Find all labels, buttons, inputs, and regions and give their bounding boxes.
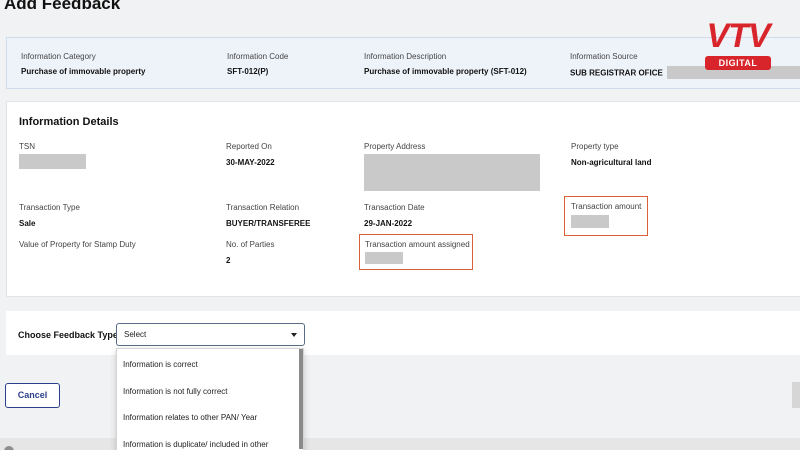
info-description-value: Purchase of immovable property (SFT-012) [364, 67, 527, 76]
chevron-down-icon [291, 333, 297, 337]
tsn-label: TSN [19, 142, 35, 151]
transaction-date-value: 29-JAN-2022 [364, 219, 413, 228]
section-title: Information Details [19, 116, 119, 128]
parties-value: 2 [226, 256, 231, 265]
transaction-relation-value: BUYER/TRANSFEREE [226, 219, 311, 228]
page-title: Add Feedback [4, 0, 121, 13]
property-type-label: Property type [571, 142, 619, 151]
info-category-value: Purchase of immovable property [21, 67, 146, 76]
property-address-redacted-value [364, 154, 540, 191]
transaction-amount-label: Transaction amount [571, 202, 642, 211]
info-category: Information Category Purchase of immovab… [21, 52, 145, 76]
transaction-type-label: Transaction Type [19, 203, 80, 212]
transaction-type-field: Transaction Type Sale [19, 203, 80, 228]
property-address-field: Property Address [364, 142, 540, 191]
amount-assigned-redacted-value [365, 252, 403, 264]
cancel-button[interactable]: Cancel [5, 383, 60, 408]
property-type-field: Property type Non-agricultural land [571, 142, 651, 167]
property-type-value: Non-agricultural land [571, 158, 652, 167]
feedback-type-label: Choose Feedback Type: [18, 330, 121, 340]
transaction-relation-field: Transaction Relation BUYER/TRANSFEREE [226, 203, 310, 228]
transaction-date-field: Transaction Date 29-JAN-2022 [364, 203, 425, 228]
select-value: Select [124, 330, 147, 339]
info-description: Information Description Purchase of immo… [364, 52, 527, 76]
dropdown-option[interactable]: Information is duplicate/ included in ot… [123, 440, 268, 449]
property-address-label: Property Address [364, 142, 426, 151]
dropdown-option[interactable]: Information is not fully correct [123, 387, 227, 396]
reported-on-field: Reported On 30-MAY-2022 [226, 142, 275, 167]
transaction-amount-highlight: Transaction amount [564, 196, 648, 236]
info-code: Information Code SFT-012(P) [227, 52, 288, 76]
information-details-card: Information Details TSN Reported On 30-M… [6, 101, 800, 297]
feedback-type-dropdown: Information is correct Information is no… [116, 348, 304, 450]
dropdown-scrollbar[interactable] [299, 349, 303, 449]
transaction-relation-label: Transaction Relation [226, 203, 300, 212]
logo-wordmark: VTV [706, 17, 770, 55]
amount-assigned-label: Transaction amount assigned [365, 240, 470, 249]
transaction-amount-redacted-value [571, 215, 609, 228]
tsn-field: TSN [19, 142, 86, 169]
reported-on-value: 30-MAY-2022 [226, 158, 275, 167]
page-scrollbar[interactable] [792, 382, 800, 408]
reported-on-label: Reported On [226, 142, 272, 151]
footer-icon [4, 446, 14, 450]
tsn-redacted-value [19, 154, 86, 169]
parties-label: No. of Parties [226, 240, 275, 249]
transaction-type-value: Sale [19, 219, 36, 228]
info-category-label: Information Category [21, 52, 96, 61]
vtv-digital-logo: VTV DIGITAL [689, 18, 787, 74]
info-description-label: Information Description [364, 52, 447, 61]
parties-field: No. of Parties 2 [226, 240, 274, 265]
info-code-label: Information Code [227, 52, 289, 61]
information-summary-banner: Information Category Purchase of immovab… [6, 37, 800, 89]
info-code-value: SFT-012(P) [227, 67, 269, 76]
dropdown-option[interactable]: Information relates to other PAN/ Year [123, 413, 257, 422]
transaction-date-label: Transaction Date [364, 203, 425, 212]
logo-badge: DIGITAL [705, 56, 771, 70]
stamp-duty-label: Value of Property for Stamp Duty [19, 240, 136, 249]
dropdown-option[interactable]: Information is correct [123, 360, 198, 369]
feedback-type-select[interactable]: Select [116, 323, 305, 346]
info-source-value: SUB REGISTRAR OFICE [570, 68, 663, 78]
amount-assigned-highlight: Transaction amount assigned [359, 234, 473, 270]
stamp-duty-field: Value of Property for Stamp Duty [19, 240, 136, 249]
